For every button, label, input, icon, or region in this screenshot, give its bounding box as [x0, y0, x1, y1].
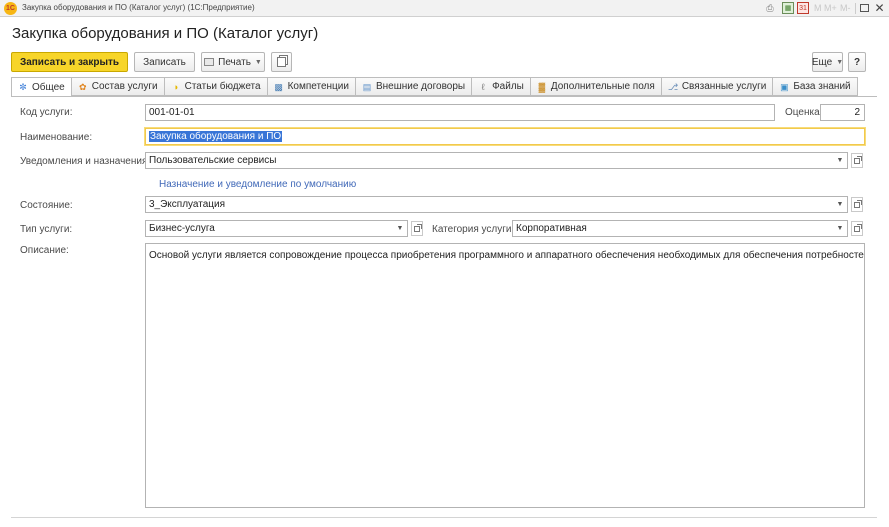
- page-title: Закупка оборудования и ПО (Каталог услуг…: [12, 25, 319, 42]
- code-label: Код услуги:: [20, 107, 73, 118]
- tab-budget[interactable]: ◑ Статьи бюджета: [164, 77, 268, 96]
- chart-icon: ▓: [538, 81, 546, 92]
- category-field[interactable]: Корпоративная: [512, 220, 848, 237]
- name-field[interactable]: Закупка оборудования и ПО: [145, 128, 865, 145]
- save-and-close-button[interactable]: Записать и закрыть: [11, 52, 128, 72]
- chevron-down-icon[interactable]: ▼: [834, 220, 846, 237]
- tab-label: База знаний: [793, 81, 851, 92]
- book-icon: ▣: [780, 81, 789, 92]
- tab-related-services[interactable]: ⎇ Связанные услуги: [661, 77, 774, 96]
- save-button[interactable]: Записать: [134, 52, 195, 72]
- form-bottom-border: [11, 517, 877, 518]
- open-icon[interactable]: [411, 221, 423, 236]
- tab-general[interactable]: ✼ Общее: [11, 77, 72, 97]
- name-field-value: Закупка оборудования и ПО: [149, 131, 283, 142]
- app-logo-icon: 1С: [4, 2, 17, 15]
- help-button[interactable]: ?: [848, 52, 866, 72]
- print-button[interactable]: Печать ▼: [201, 52, 265, 72]
- category-label: Категория услуги:: [432, 224, 515, 235]
- calendar-icon[interactable]: ▦: [782, 2, 794, 14]
- chevron-down-icon[interactable]: ▼: [394, 220, 406, 237]
- chevron-down-icon[interactable]: ▼: [834, 152, 846, 169]
- rating-label: Оценка:: [785, 107, 823, 118]
- window-title: Закупка оборудования и ПО (Каталог услуг…: [22, 3, 255, 12]
- chevron-down-icon: ▼: [254, 58, 262, 66]
- state-field[interactable]: 3_Эксплуатация: [145, 196, 848, 213]
- type-label: Тип услуги:: [20, 224, 73, 235]
- tab-label: Состав услуги: [91, 81, 158, 92]
- more-button[interactable]: Еще ▼: [812, 52, 843, 72]
- printer-icon: [204, 58, 215, 66]
- state-label: Состояние:: [20, 200, 73, 211]
- chevron-down-icon: ▼: [836, 58, 844, 66]
- calendar-date-icon[interactable]: 31: [797, 2, 809, 14]
- paperclip-icon: ℓ: [481, 81, 485, 92]
- composition-icon: ✿: [78, 81, 87, 92]
- copy-icon: [277, 57, 286, 67]
- more-button-label: Еще: [811, 56, 833, 68]
- budget-icon: ◑: [172, 81, 179, 92]
- competence-icon: ▩: [274, 81, 283, 92]
- open-icon[interactable]: [851, 221, 863, 236]
- window-title-bar: 1С Закупка оборудования и ПО (Каталог ус…: [0, 0, 889, 17]
- tab-files[interactable]: ℓ Файлы: [472, 77, 531, 96]
- notifications-label: Уведомления и назначения:: [20, 156, 151, 167]
- tab-label: Дополнительные поля: [550, 81, 655, 92]
- open-icon[interactable]: [851, 197, 863, 212]
- tab-knowledge-base[interactable]: ▣ База знаний: [773, 77, 858, 96]
- code-field[interactable]: 001-01-01: [145, 104, 775, 121]
- tab-label: Файлы: [492, 81, 524, 92]
- close-icon[interactable]: ✕: [874, 1, 885, 15]
- rating-field[interactable]: 2: [820, 104, 865, 121]
- tab-label: Статьи бюджета: [184, 81, 261, 92]
- tab-label: Связанные услуги: [681, 81, 767, 92]
- copy-button[interactable]: [271, 52, 292, 72]
- link-icon: ⎇: [667, 81, 679, 92]
- tab-extra-fields[interactable]: ▓ Дополнительные поля: [530, 77, 662, 96]
- print-icon[interactable]: ⎙: [763, 2, 777, 14]
- title-separator: [855, 3, 856, 14]
- maximize-icon[interactable]: [859, 2, 870, 14]
- contract-icon: ▤: [362, 81, 372, 92]
- memory-minus-button[interactable]: M-: [840, 3, 851, 13]
- default-notifications-link[interactable]: Назначение и уведомление по умолчанию: [159, 179, 356, 190]
- open-icon[interactable]: [851, 153, 863, 168]
- print-button-label: Печать: [218, 56, 251, 68]
- memory-m-button[interactable]: M: [814, 3, 822, 13]
- tab-contracts[interactable]: ▤ Внешние договоры: [355, 77, 473, 96]
- description-label: Описание:: [20, 245, 69, 256]
- memory-plus-button[interactable]: M+: [824, 3, 837, 13]
- chevron-down-icon[interactable]: ▼: [834, 196, 846, 213]
- tab-competence[interactable]: ▩ Компетенции: [267, 77, 356, 96]
- tabs-divider: [11, 96, 877, 97]
- name-label: Наименование:: [20, 132, 93, 143]
- notifications-field[interactable]: Пользовательские сервисы: [145, 152, 848, 169]
- general-icon: ✼: [19, 82, 27, 92]
- tab-label: Внешние договоры: [375, 81, 466, 92]
- tab-composition[interactable]: ✿ Состав услуги: [71, 77, 165, 96]
- tab-label: Общее: [32, 81, 65, 93]
- tab-label: Компетенции: [287, 81, 349, 92]
- description-textarea[interactable]: Основой услуги является сопровождение пр…: [145, 243, 865, 508]
- type-field[interactable]: Бизнес-услуга: [145, 220, 408, 237]
- tab-bar: ✼ Общее ✿ Состав услуги ◑ Статьи бюджета…: [11, 77, 858, 97]
